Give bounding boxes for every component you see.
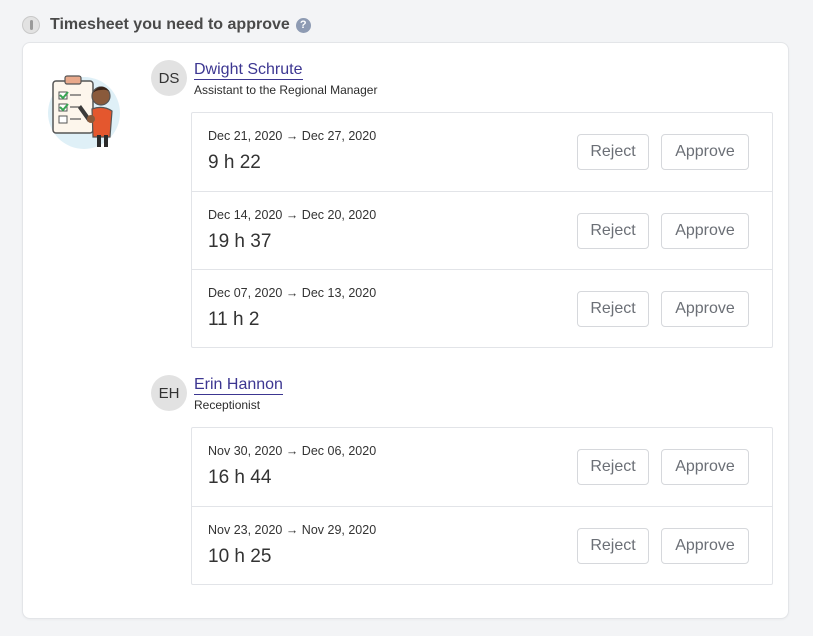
timesheet-date-range: Nov 30, 2020 → Dec 06, 2020 xyxy=(208,444,377,458)
timesheet-hours: 11 h 2 xyxy=(208,309,260,330)
reject-button[interactable]: Reject xyxy=(577,528,649,564)
section-title: Timesheet you need to approve xyxy=(50,16,290,33)
employee-role: Assistant to the Regional Manager xyxy=(194,83,378,97)
timesheet-hours: 9 h 22 xyxy=(208,152,261,173)
approve-button[interactable]: Approve xyxy=(661,449,749,485)
timesheet-hours: 19 h 37 xyxy=(208,231,272,252)
timesheet-date-range: Dec 21, 2020 → Dec 27, 2020 xyxy=(208,129,377,143)
timesheet-date-range: Dec 07, 2020 → Dec 13, 2020 xyxy=(208,286,377,300)
timesheet-icon xyxy=(22,16,40,34)
reject-button[interactable]: Reject xyxy=(577,134,649,170)
avatar: EH xyxy=(151,375,187,411)
timesheet-date-range: Nov 23, 2020 → Nov 29, 2020 xyxy=(208,523,377,537)
timesheet-row: Dec 07, 2020 → Dec 13, 2020 11 h 2 Rejec… xyxy=(192,269,772,347)
timesheet-row: Dec 21, 2020 → Dec 27, 2020 9 h 22 Rejec… xyxy=(192,113,772,191)
approve-button[interactable]: Approve xyxy=(661,528,749,564)
employee-dwight-schrute: DS Dwight Schrute Assistant to the Regio… xyxy=(151,60,773,348)
section-header: Timesheet you need to approve ? xyxy=(22,14,311,36)
timesheet-row: Nov 23, 2020 → Nov 29, 2020 10 h 25 Reje… xyxy=(192,506,772,584)
timesheet-list: Nov 30, 2020 → Dec 06, 2020 16 h 44 Reje… xyxy=(191,427,773,585)
timesheet-date-range: Dec 14, 2020 → Dec 20, 2020 xyxy=(208,208,377,222)
employee-role: Receptionist xyxy=(194,398,261,412)
timesheet-list: Dec 21, 2020 → Dec 27, 2020 9 h 22 Rejec… xyxy=(191,112,773,348)
avatar: DS xyxy=(151,60,187,96)
approve-button[interactable]: Approve xyxy=(661,291,749,327)
approve-button[interactable]: Approve xyxy=(661,134,749,170)
timesheet-row: Nov 30, 2020 → Dec 06, 2020 16 h 44 Reje… xyxy=(192,428,772,506)
employee-name-link[interactable]: Dwight Schrute xyxy=(194,60,303,80)
reject-button[interactable]: Reject xyxy=(577,449,649,485)
reject-button[interactable]: Reject xyxy=(577,213,649,249)
timesheet-row: Dec 14, 2020 → Dec 20, 2020 19 h 37 Reje… xyxy=(192,191,772,269)
clipboard-checklist-illustration xyxy=(48,75,120,149)
approval-card: DS Dwight Schrute Assistant to the Regio… xyxy=(22,42,789,619)
approve-button[interactable]: Approve xyxy=(661,213,749,249)
employee-erin-hannon: EH Erin Hannon Receptionist Nov 30, 2020… xyxy=(151,375,773,585)
employee-name-link[interactable]: Erin Hannon xyxy=(194,375,283,395)
timesheet-hours: 10 h 25 xyxy=(208,546,272,567)
help-icon[interactable]: ? xyxy=(295,17,311,33)
reject-button[interactable]: Reject xyxy=(577,291,649,327)
timesheet-hours: 16 h 44 xyxy=(208,467,272,488)
